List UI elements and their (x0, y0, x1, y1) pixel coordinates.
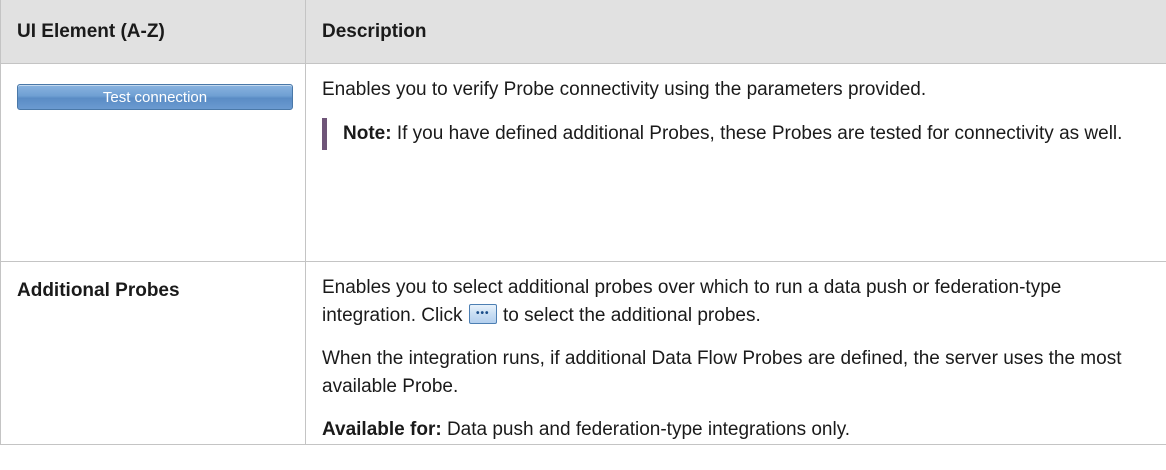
description-text: Enables you to select additional probes … (322, 274, 1150, 330)
header-description: Description (305, 0, 1166, 64)
table-row: Additional Probes Enables you to select … (0, 261, 1166, 445)
test-connection-button[interactable]: Test connection (17, 84, 293, 110)
description-paragraph-2: When the integration runs, if additional… (322, 348, 1122, 397)
additional-probes-label: Additional Probes (17, 280, 180, 301)
availability-text: Available for: Data push and federation-… (322, 416, 1150, 444)
availability-value: Data push and federation-type integratio… (446, 419, 851, 440)
availability-label: Available for: (322, 419, 442, 440)
note-text: If you have defined additional Probes, t… (396, 123, 1123, 144)
description-part2: to select the additional probes. (503, 305, 761, 326)
note-label: Note: (343, 123, 392, 144)
description-cell: Enables you to select additional probes … (305, 261, 1166, 445)
table-header-row: UI Element (A-Z) Description (0, 0, 1166, 64)
element-cell: Additional Probes (0, 261, 306, 445)
description-cell: Enables you to verify Probe connectivity… (305, 63, 1166, 262)
element-cell: Test connection (0, 63, 306, 262)
ui-element-table: UI Element (A-Z) Description Test connec… (0, 0, 1166, 445)
ellipsis-icon[interactable]: ••• (468, 304, 497, 324)
header-ui-element: UI Element (A-Z) (0, 0, 306, 64)
description-text: Enables you to verify Probe connectivity… (322, 79, 927, 100)
table-row: Test connection Enables you to verify Pr… (0, 63, 1166, 262)
note-callout: Note: If you have defined additional Pro… (322, 118, 1150, 150)
